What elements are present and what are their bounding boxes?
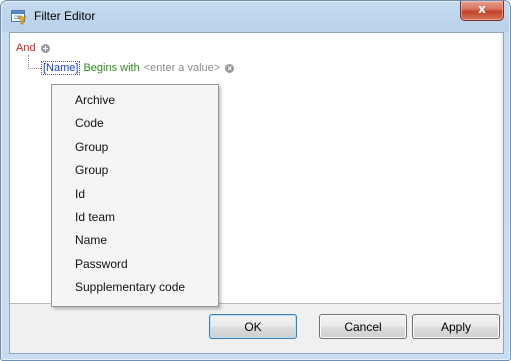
group-operator[interactable]: And bbox=[16, 42, 36, 54]
field-option-name[interactable]: Name bbox=[52, 229, 218, 252]
field-option-supplementary-code[interactable]: Supplementary code bbox=[52, 276, 218, 299]
field-dropdown[interactable]: Archive Code Group Group Id Id team Name… bbox=[51, 84, 219, 307]
condition-operator[interactable]: Begins with bbox=[83, 62, 139, 74]
window-title: Filter Editor bbox=[34, 9, 96, 23]
group-row: And bbox=[16, 42, 50, 54]
field-option-group[interactable]: Group bbox=[52, 136, 218, 159]
field-option-group-2[interactable]: Group bbox=[52, 159, 218, 182]
cancel-button[interactable]: Cancel bbox=[319, 314, 407, 339]
condition-field[interactable]: [Name] bbox=[41, 61, 81, 75]
filter-tree-editor[interactable]: And [Name] Begins with <enter a value> ×… bbox=[10, 33, 501, 307]
filter-editor-window: Filter Editor x And [Name] Begins with <… bbox=[0, 0, 511, 361]
tree-connector bbox=[28, 55, 41, 69]
field-list: Archive Code Group Group Id Id team Name… bbox=[52, 85, 218, 300]
close-icon: x bbox=[478, 2, 486, 16]
field-option-id-team[interactable]: Id team bbox=[52, 206, 218, 229]
condition-value[interactable]: <enter a value> bbox=[144, 62, 220, 74]
field-option-archive[interactable]: Archive bbox=[52, 89, 218, 112]
title-bar[interactable]: Filter Editor x bbox=[1, 1, 510, 33]
apply-button[interactable]: Apply bbox=[412, 314, 500, 339]
field-option-id[interactable]: Id bbox=[52, 183, 218, 206]
field-option-code[interactable]: Code bbox=[52, 112, 218, 135]
filter-editor-icon bbox=[11, 9, 27, 25]
field-option-password[interactable]: Password bbox=[52, 253, 218, 276]
ok-button[interactable]: OK bbox=[209, 314, 297, 339]
dialog-client-area: And [Name] Begins with <enter a value> ×… bbox=[9, 32, 504, 354]
condition-row: [Name] Begins with <enter a value> × bbox=[41, 61, 235, 75]
close-button[interactable]: x bbox=[460, 1, 504, 21]
x-circle-icon[interactable]: × bbox=[225, 63, 235, 73]
plus-circle-icon[interactable] bbox=[40, 43, 50, 53]
